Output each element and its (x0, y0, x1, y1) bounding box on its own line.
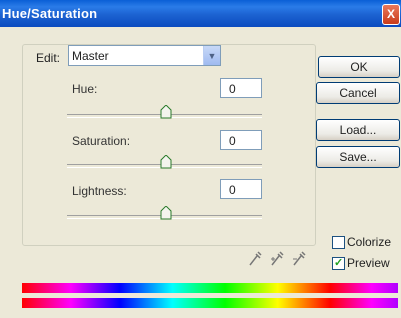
dialog-title: Hue/Saturation (2, 6, 98, 21)
colorize-label: Colorize (347, 235, 392, 249)
hue-saturation-dialog: Hue/Saturation X Edit: Master ▼ Hue: 0 S… (0, 0, 401, 318)
edit-channel-select[interactable]: Master ▼ (68, 45, 221, 66)
hue-input[interactable]: 0 (220, 78, 262, 98)
lightness-slider-thumb[interactable] (160, 206, 172, 220)
saturation-value: 0 (229, 134, 236, 148)
edit-label: Edit: (34, 51, 63, 65)
saturation-label: Saturation: (72, 134, 131, 148)
edit-channel-value: Master (72, 49, 109, 63)
colorize-checkbox[interactable] (332, 236, 345, 249)
eyedropper-plus-icon[interactable] (270, 251, 284, 267)
save-button[interactable]: Save... (316, 146, 400, 168)
lightness-value: 0 (229, 183, 236, 197)
input-color-spectrum (22, 283, 398, 293)
eyedropper-minus-icon[interactable] (292, 251, 306, 267)
saturation-slider-thumb[interactable] (160, 155, 172, 169)
ok-button[interactable]: OK (318, 56, 400, 78)
hue-value: 0 (229, 82, 236, 96)
cancel-button[interactable]: Cancel (316, 82, 400, 104)
preview-label: Preview (347, 256, 390, 270)
hue-slider-thumb[interactable] (160, 105, 172, 119)
preview-checkbox[interactable] (332, 256, 345, 270)
chevron-down-icon[interactable]: ▼ (203, 46, 220, 65)
lightness-label: Lightness: (72, 184, 127, 198)
output-color-spectrum[interactable] (22, 298, 398, 308)
eyedropper-icon[interactable] (248, 251, 262, 267)
hue-label: Hue: (72, 82, 98, 96)
close-button[interactable]: X (382, 4, 400, 25)
title-bar[interactable]: Hue/Saturation X (0, 0, 401, 27)
load-button[interactable]: Load... (316, 119, 400, 141)
saturation-input[interactable]: 0 (220, 130, 262, 150)
lightness-input[interactable]: 0 (220, 179, 262, 199)
